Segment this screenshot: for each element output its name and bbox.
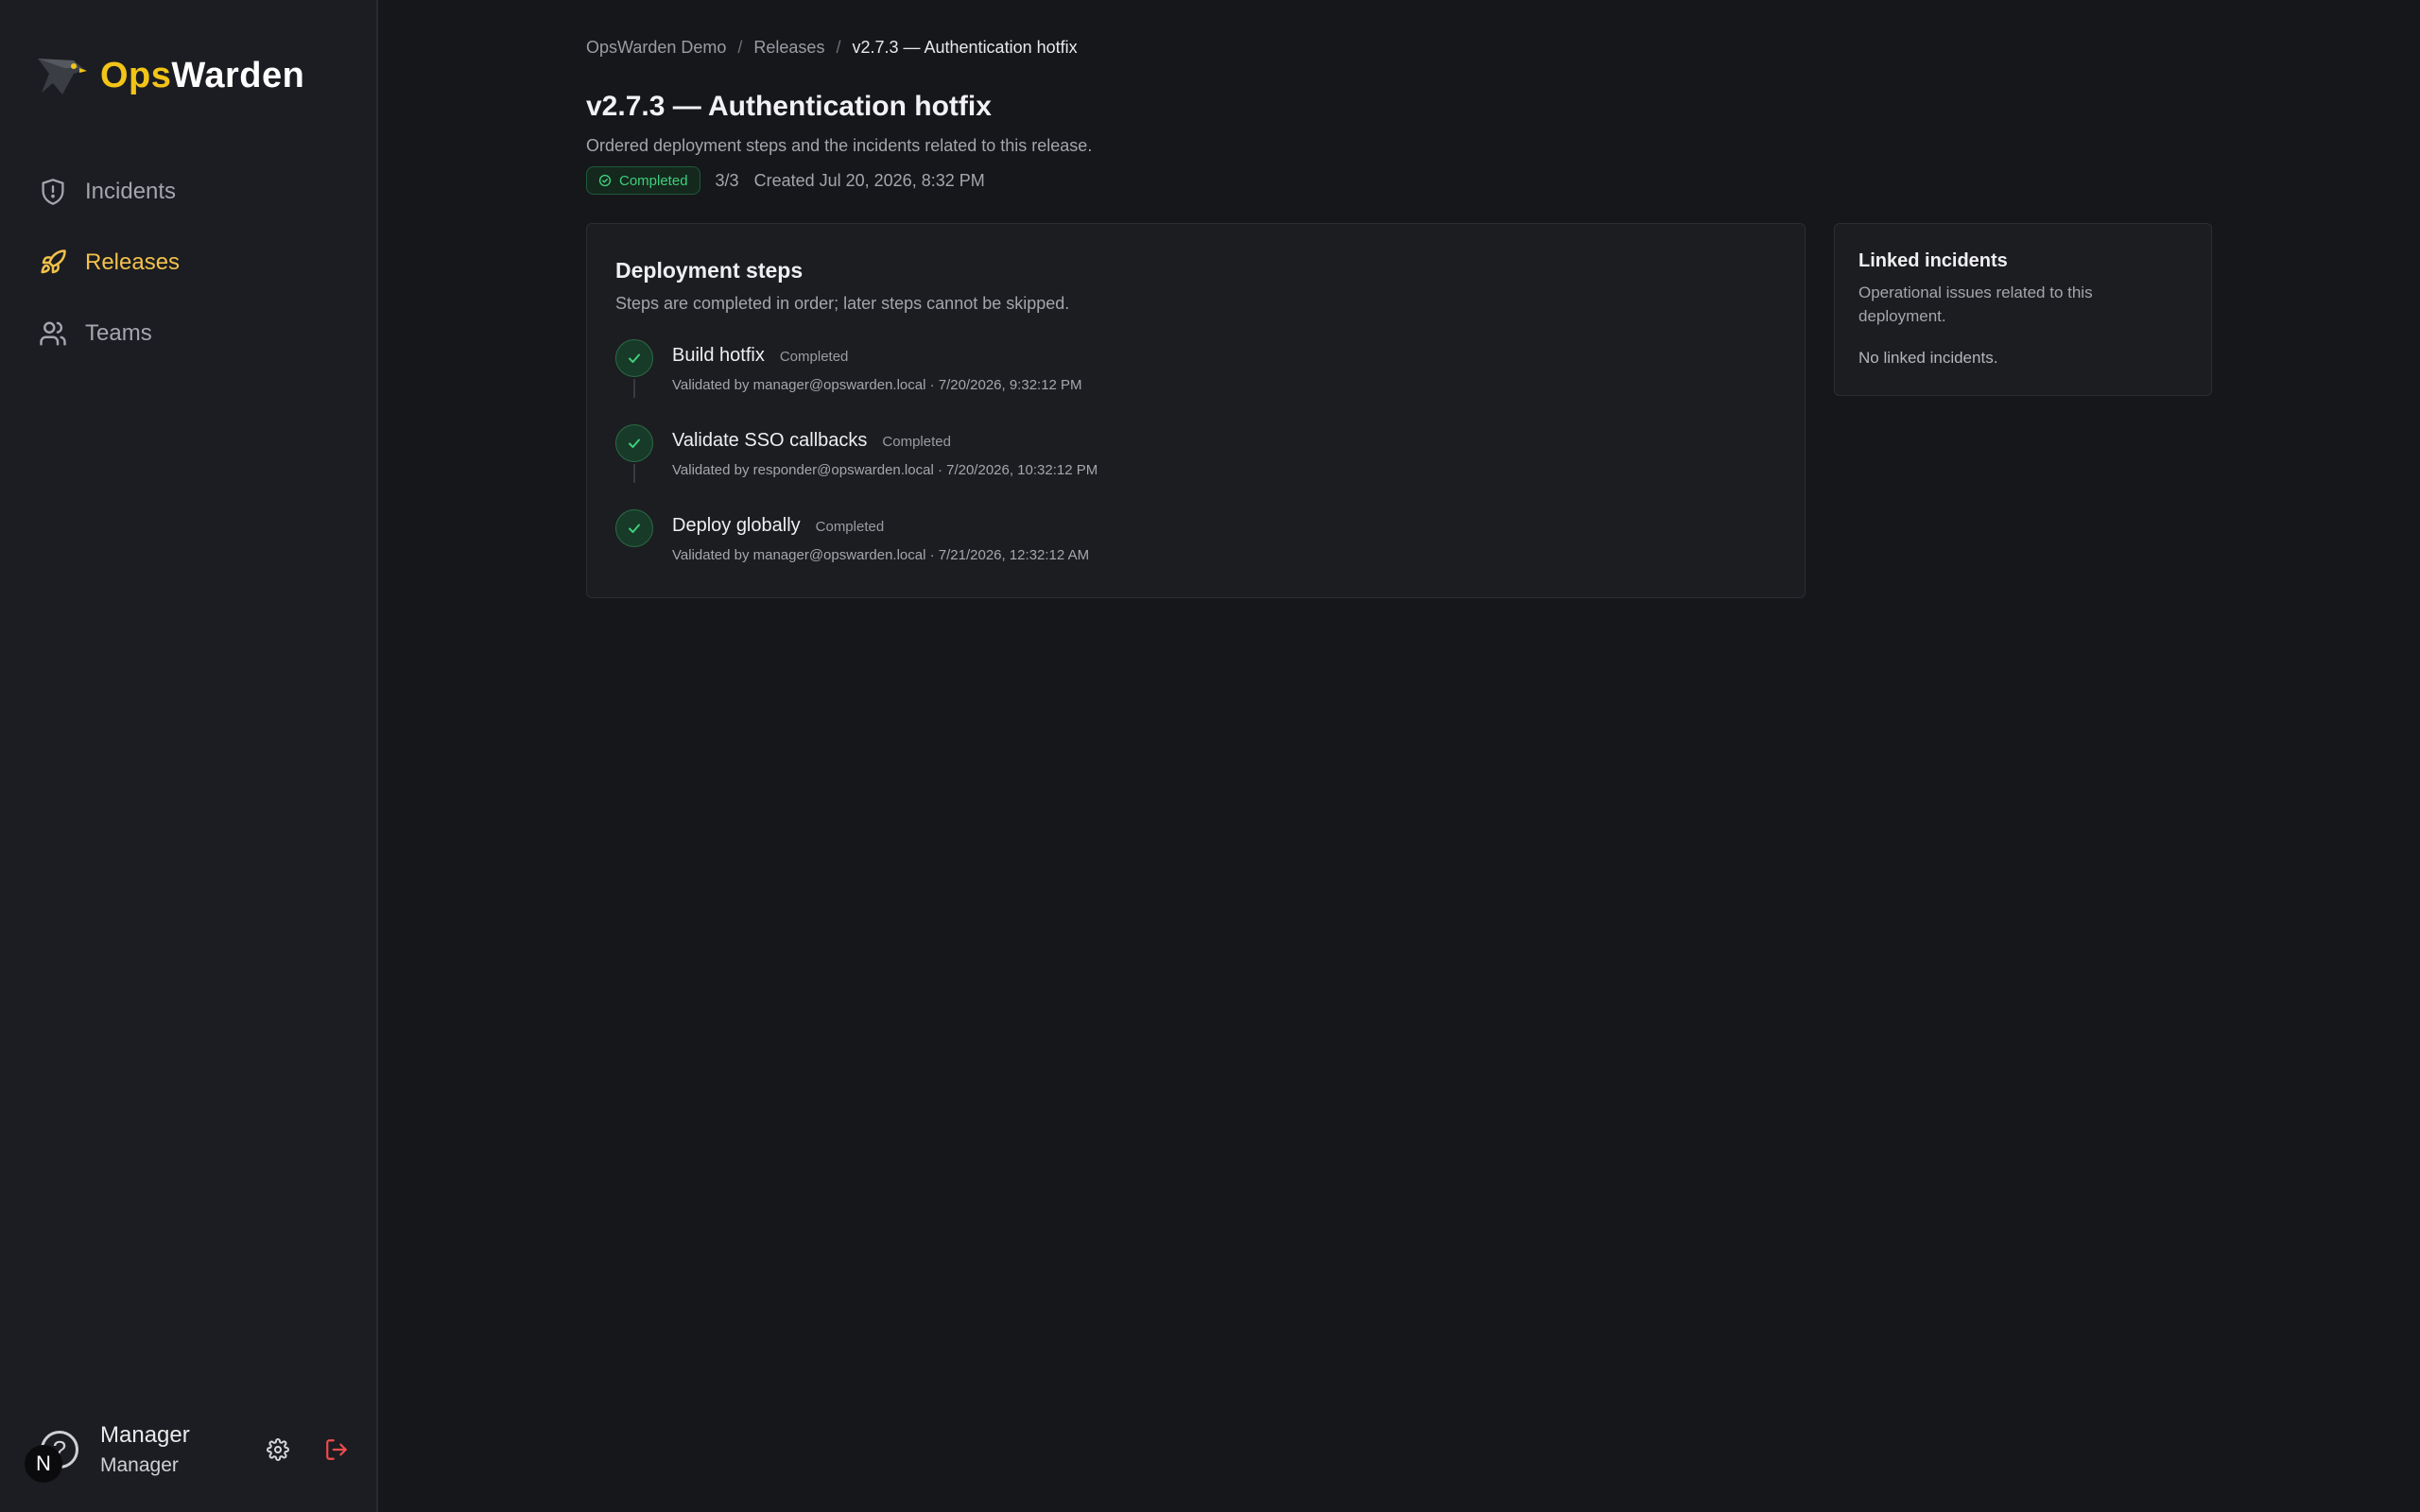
check-icon: [629, 524, 640, 533]
card-title: Linked incidents: [1858, 250, 2008, 271]
deployment-step: Validate SSO callbacks Completed Validate…: [615, 424, 1750, 492]
sidebar-nav: Incidents Releases Teams: [38, 170, 350, 383]
app-root: OpsWarden Incidents Releases Teams ? N M…: [0, 0, 2420, 1512]
sidebar-item-label: Releases: [85, 249, 181, 275]
settings-button[interactable]: [263, 1435, 293, 1465]
step-status: Completed: [779, 349, 849, 365]
user-actions: [263, 1435, 352, 1465]
card-description: Steps are completed in order; later step…: [615, 294, 1070, 313]
step-meta: Validated by manager@opswarden.local · 7…: [672, 377, 1082, 393]
page-subtitle: Ordered deployment steps and the inciden…: [586, 136, 1093, 155]
step-complete-button[interactable]: [615, 509, 653, 547]
deployment-steps-card: Deployment steps Steps are completed in …: [586, 223, 1806, 598]
brand-name-warden: Warden: [171, 55, 305, 95]
breadcrumb-separator: /: [836, 38, 841, 57]
step-title: Build hotfix Completed: [672, 345, 848, 367]
breadcrumb-separator: /: [737, 38, 743, 57]
brand-name: OpsWarden: [100, 56, 304, 96]
users-icon: [38, 318, 68, 349]
card-title: Deployment steps: [615, 258, 804, 283]
check-circle-icon: [598, 174, 612, 187]
step-meta: Validated by responder@opswarden.local ·…: [672, 462, 1098, 478]
step-connector: [633, 379, 635, 398]
step-status: Completed: [815, 519, 885, 535]
step-name: Validate SSO callbacks: [672, 430, 868, 451]
brand-logo[interactable]: OpsWarden: [36, 55, 304, 96]
step-name: Deploy globally: [672, 515, 801, 536]
sidebar-item-incidents[interactable]: Incidents: [38, 170, 350, 214]
user-role: Manager: [100, 1454, 179, 1476]
breadcrumb-item-releases[interactable]: Releases: [753, 38, 824, 57]
linked-incidents-card: Linked incidents Operational issues rela…: [1834, 223, 2212, 396]
breadcrumb-item-current: v2.7.3 — Authentication hotfix: [852, 38, 1078, 57]
card-description: Operational issues related to this deplo…: [1858, 284, 2093, 325]
status-badge: Completed: [586, 166, 700, 195]
status-badge-label: Completed: [619, 172, 688, 189]
sidebar-item-releases[interactable]: Releases: [38, 241, 350, 284]
sidebar-item-label: Teams: [85, 320, 152, 346]
step-name: Build hotfix: [672, 345, 765, 366]
breadcrumb-item-home[interactable]: OpsWarden Demo: [586, 38, 726, 57]
created-timestamp: Created Jul 20, 2026, 8:32 PM: [753, 170, 985, 190]
step-complete-button[interactable]: [615, 424, 653, 462]
user-panel: ? N Manager Manager: [25, 1412, 357, 1487]
avatar[interactable]: ? N: [25, 1417, 93, 1483]
shield-icon: [38, 177, 68, 207]
step-progress: 3/3: [715, 170, 739, 190]
user-name: Manager: [100, 1422, 190, 1448]
page-title: v2.7.3 — Authentication hotfix: [586, 91, 992, 122]
step-meta: Validated by manager@opswarden.local · 7…: [672, 547, 1090, 563]
check-icon: [629, 353, 640, 363]
logout-icon: [326, 1439, 347, 1460]
avatar-initial: N: [25, 1445, 62, 1483]
empty-state: No linked incidents.: [1858, 349, 1998, 367]
step-status: Completed: [882, 434, 951, 450]
sidebar-item-label: Incidents: [85, 179, 177, 204]
breadcrumb: OpsWarden Demo / Releases / v2.7.3 — Authent…: [586, 38, 1078, 58]
release-meta: Completed 3/3 Created Jul 20, 2026, 8:32…: [586, 166, 985, 195]
hawk-logo-icon: [38, 59, 87, 94]
check-icon: [629, 438, 640, 448]
user-info: Manager Manager: [100, 1422, 190, 1477]
step-title: Deploy globally Completed: [672, 515, 884, 537]
step-connector: [633, 464, 635, 483]
rocket-icon: [38, 248, 68, 278]
step-complete-button[interactable]: [615, 339, 653, 377]
logout-button[interactable]: [321, 1435, 352, 1465]
gear-icon: [267, 1438, 289, 1461]
deployment-step: Deploy globally Completed Validated by ma…: [615, 509, 1750, 577]
step-title: Validate SSO callbacks Completed: [672, 430, 951, 452]
brand-name-ops: Ops: [100, 55, 172, 95]
sidebar: OpsWarden Incidents Releases Teams ? N M…: [0, 0, 378, 1512]
deployment-step: Build hotfix Completed Validated by manag…: [615, 339, 1750, 407]
sidebar-item-teams[interactable]: Teams: [38, 312, 350, 355]
